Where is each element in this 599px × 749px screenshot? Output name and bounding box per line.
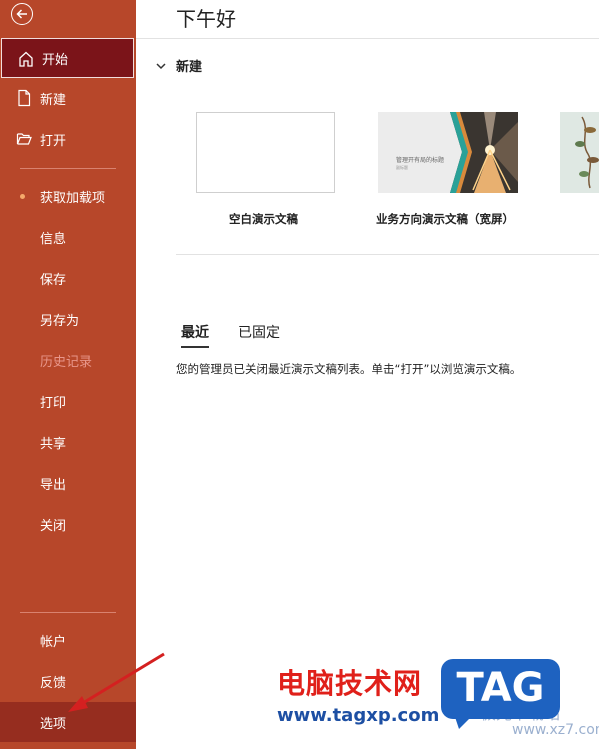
nav-save-as-label: 另存为 bbox=[40, 313, 80, 329]
open-folder-icon bbox=[16, 133, 32, 145]
nav-home[interactable]: 开始 bbox=[1, 38, 134, 78]
nav-export-label: 导出 bbox=[40, 477, 67, 493]
tab-recent[interactable]: 最近 bbox=[181, 322, 209, 348]
nav-history-label: 历史记录 bbox=[40, 354, 93, 370]
tab-pinned[interactable]: 已固定 bbox=[238, 322, 280, 342]
nav-info[interactable]: 信息 bbox=[0, 217, 136, 257]
new-document-icon bbox=[18, 89, 31, 107]
nav-open[interactable]: 打开 bbox=[0, 119, 136, 159]
tag-logo: TAG bbox=[441, 659, 560, 729]
nav-export[interactable]: 导出 bbox=[0, 463, 136, 503]
backstage-sidebar: 开始 新建 打开 获取加载项 信息 保存 另存为 历史记录 打印 共享 导出 关… bbox=[0, 0, 136, 749]
watermark-url: www.tagxp.com bbox=[277, 705, 440, 726]
back-button[interactable] bbox=[11, 3, 33, 25]
nav-save-label: 保存 bbox=[40, 272, 67, 288]
header-divider bbox=[136, 38, 599, 39]
chevron-down-icon bbox=[156, 62, 166, 69]
template-business-caption: 业务方向演示文稿（宽屏） bbox=[376, 212, 514, 226]
thumb-subtitle: 副标题 bbox=[396, 165, 408, 170]
thumb-title: 管理开有局的标题 bbox=[396, 157, 445, 164]
nav-get-addins-label: 获取加载项 bbox=[40, 190, 106, 206]
nav-print-label: 打印 bbox=[40, 395, 67, 411]
recent-disabled-message: 您的管理员已关闭最近演示文稿列表。单击“打开”以浏览演示文稿。 bbox=[176, 362, 522, 376]
nav-share[interactable]: 共享 bbox=[0, 422, 136, 462]
nav-account-label: 帐户 bbox=[40, 634, 67, 650]
nav-close-label: 关闭 bbox=[40, 518, 67, 534]
sidebar-divider bbox=[20, 168, 116, 169]
sidebar-divider-bottom bbox=[20, 612, 116, 613]
watermark-site-name: 电脑技术网 bbox=[277, 667, 423, 700]
nav-share-label: 共享 bbox=[40, 436, 67, 452]
home-icon bbox=[19, 51, 33, 67]
botanical-template-thumbnail bbox=[560, 112, 599, 193]
annotation-arrow bbox=[68, 652, 165, 712]
nav-open-label: 打开 bbox=[40, 133, 67, 149]
template-third[interactable] bbox=[560, 112, 599, 193]
business-template-thumbnail bbox=[378, 112, 518, 193]
new-section-title: 新建 bbox=[176, 60, 203, 75]
nav-new[interactable]: 新建 bbox=[0, 78, 136, 118]
nav-get-addins[interactable]: 获取加载项 bbox=[0, 176, 136, 216]
nav-history: 历史记录 bbox=[0, 340, 136, 380]
template-blank-caption: 空白演示文稿 bbox=[229, 212, 298, 226]
nav-home-label: 开始 bbox=[42, 52, 69, 68]
back-arrow-icon bbox=[16, 9, 27, 19]
nav-close[interactable]: 关闭 bbox=[0, 504, 136, 544]
template-business[interactable]: 管理开有局的标题 副标题 bbox=[378, 112, 518, 193]
nav-save-as[interactable]: 另存为 bbox=[0, 299, 136, 339]
template-blank[interactable] bbox=[196, 112, 335, 193]
new-section-header[interactable]: 新建 bbox=[154, 56, 202, 75]
nav-info-label: 信息 bbox=[40, 231, 67, 247]
greeting-title: 下午好 bbox=[176, 7, 236, 31]
new-indicator-dot bbox=[20, 194, 25, 199]
tag-logo-text: TAG bbox=[456, 665, 545, 711]
nav-new-label: 新建 bbox=[40, 92, 67, 108]
nav-print[interactable]: 打印 bbox=[0, 381, 136, 421]
section-divider bbox=[176, 254, 599, 255]
nav-save[interactable]: 保存 bbox=[0, 258, 136, 298]
